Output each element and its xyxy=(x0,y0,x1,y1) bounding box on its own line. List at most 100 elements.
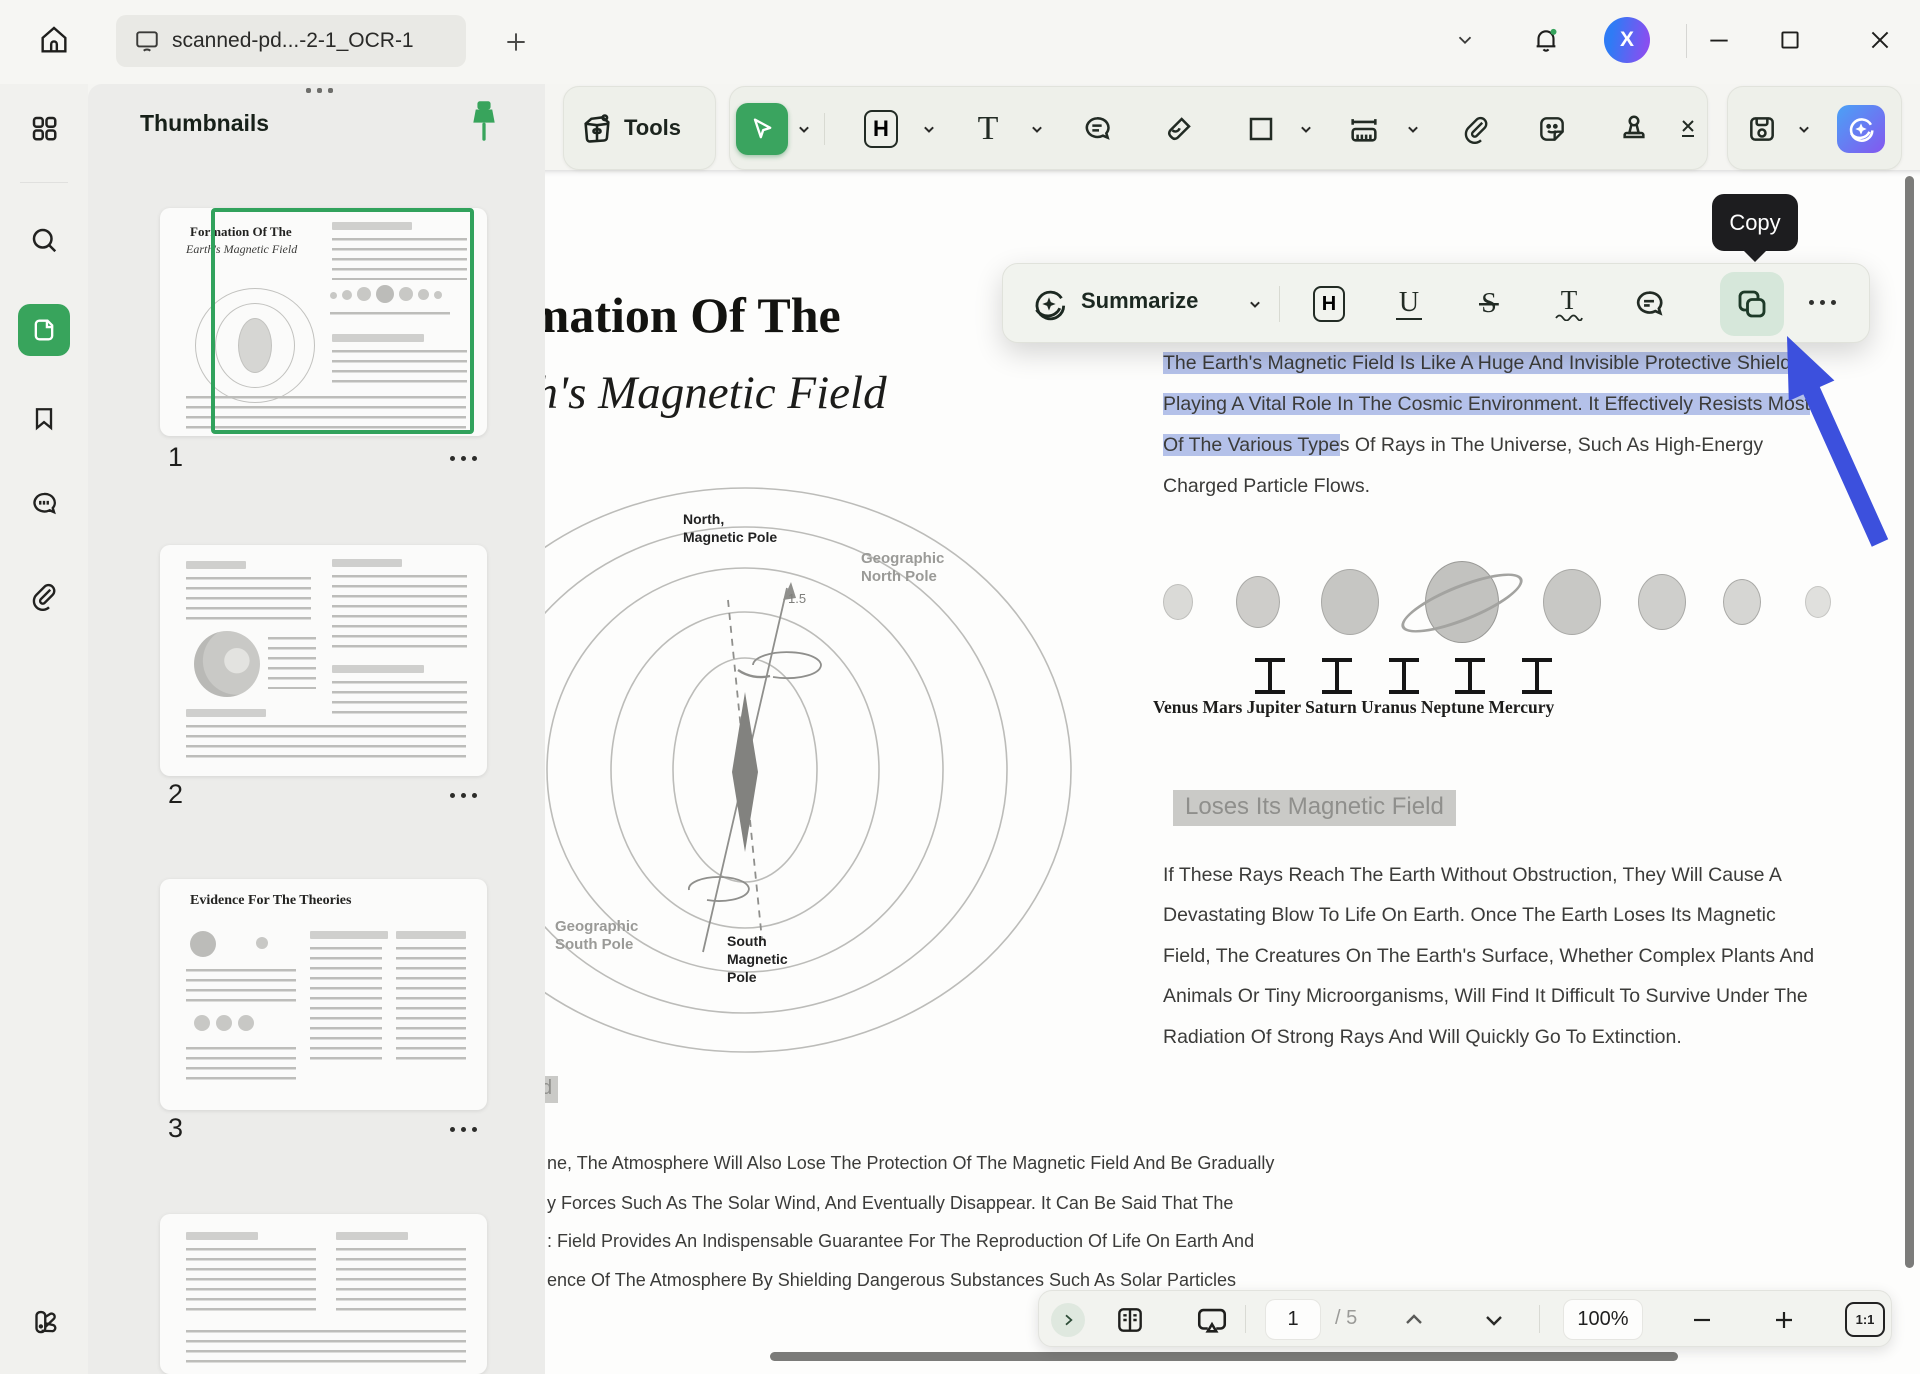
selbar-strikethrough-button[interactable]: S xyxy=(1465,280,1513,328)
text-tool-button[interactable]: T xyxy=(962,103,1014,155)
ibeam-mark xyxy=(1522,658,1552,694)
document-view[interactable]: Formation Of The Earth's Magnetic Field xyxy=(545,170,1920,1374)
highlight-tool-button[interactable]: H xyxy=(855,103,907,155)
reading-view-icon[interactable] xyxy=(1111,1301,1149,1339)
sidebar-item-bookmarks[interactable] xyxy=(18,392,70,444)
shape-tool-button[interactable] xyxy=(1235,103,1287,155)
stamp-icon xyxy=(1618,113,1650,145)
zoom-in-button[interactable] xyxy=(1765,1301,1803,1339)
actual-size-button[interactable]: 1:1 xyxy=(1845,1302,1885,1337)
thumbnail-page-2[interactable] xyxy=(160,545,487,776)
selbar-comment-button[interactable] xyxy=(1625,280,1673,328)
page-number-input[interactable]: 1 xyxy=(1265,1299,1321,1340)
text-icon: T xyxy=(978,110,999,148)
avatar[interactable]: X xyxy=(1604,17,1650,63)
zoom-out-button[interactable] xyxy=(1683,1301,1721,1339)
save-chevron[interactable] xyxy=(1794,119,1814,139)
selbar-underline-button[interactable]: U xyxy=(1385,280,1433,328)
home-button[interactable] xyxy=(28,14,80,66)
planet-illustration xyxy=(1321,569,1379,635)
measure-chevron[interactable] xyxy=(1403,119,1423,139)
tab-list-button[interactable] xyxy=(1441,16,1489,64)
paragraph2-line2: Devastating Blow To Life On Earth. Once … xyxy=(1163,904,1776,927)
sidebar-divider xyxy=(20,182,68,183)
highlight-chevron[interactable] xyxy=(919,119,939,139)
toolbar-divider xyxy=(824,113,825,145)
selbar-more-button[interactable] xyxy=(1809,300,1836,305)
attach-tool-button[interactable] xyxy=(1450,103,1502,155)
label-geographic-south-pole: GeographicSouth Pole xyxy=(555,918,638,954)
selbar-divider xyxy=(1279,286,1280,322)
summarize-sparkle-icon xyxy=(1025,280,1073,328)
thumbnail-page-1[interactable]: Formation Of The Earth's Magnetic Field xyxy=(160,208,487,436)
page-viewport-rectangle[interactable] xyxy=(211,208,474,434)
sidebar-item-appearance[interactable] xyxy=(18,1296,70,1348)
thumbnail-page-3[interactable]: Evidence For The Theories xyxy=(160,879,487,1110)
palette-icon xyxy=(29,1307,59,1337)
stamp-tool-button[interactable] xyxy=(1608,103,1660,155)
comment-icon xyxy=(29,489,59,519)
paragraph1-line2: Playing A Vital Role In The Cosmic Envir… xyxy=(1163,393,1810,416)
page-total: / 5 xyxy=(1335,1307,1357,1330)
expand-panel-button[interactable] xyxy=(1051,1303,1085,1337)
grid-icon xyxy=(29,113,59,143)
save-icon xyxy=(1746,113,1778,145)
comment-lines-icon xyxy=(1081,113,1113,145)
ruler-icon xyxy=(1347,112,1381,146)
notifications-button[interactable] xyxy=(1522,16,1570,64)
highlight-icon: H xyxy=(864,110,898,148)
copy-button[interactable] xyxy=(1720,272,1784,336)
select-tool-button[interactable] xyxy=(736,103,788,155)
previous-page-button[interactable] xyxy=(1395,1301,1433,1339)
planet-illustration xyxy=(1638,574,1686,630)
sidebar-item-comments[interactable] xyxy=(18,478,70,530)
bottombar-divider xyxy=(1245,1305,1246,1333)
selbar-squiggly-button[interactable]: T xyxy=(1545,280,1593,328)
collapse-toolbar-button[interactable] xyxy=(1670,103,1706,155)
paragraph1-line3: Of The Various Types Of Rays in The Univ… xyxy=(1163,434,1763,457)
panel-drag-handle[interactable] xyxy=(306,88,333,93)
page-number-1: 1 xyxy=(168,442,183,473)
vertical-scrollbar[interactable] xyxy=(1905,176,1914,1268)
horizontal-scrollbar[interactable] xyxy=(770,1352,1678,1361)
thumb1-more-button[interactable] xyxy=(450,456,477,461)
square-icon xyxy=(1246,114,1276,144)
save-button[interactable] xyxy=(1736,103,1788,155)
paragraph2-line5: Radiation Of Strong Rays And Will Quickl… xyxy=(1163,1026,1682,1049)
zoom-level-input[interactable]: 100% xyxy=(1563,1299,1643,1340)
summarize-button[interactable]: Summarize xyxy=(1081,288,1198,314)
measure-tool-button[interactable] xyxy=(1338,103,1390,155)
comment-tool-button[interactable] xyxy=(1071,103,1123,155)
selbar-highlight-button[interactable]: H xyxy=(1305,280,1353,328)
sticker-tool-button[interactable] xyxy=(1526,103,1578,155)
pin-icon[interactable] xyxy=(464,98,504,144)
sidebar-item-search[interactable] xyxy=(18,214,70,266)
sidebar-item-attachments[interactable] xyxy=(18,570,70,622)
thumb2-more-button[interactable] xyxy=(450,793,477,798)
page-current: 1 xyxy=(1287,1308,1298,1331)
sidebar-item-apps[interactable] xyxy=(18,102,70,154)
summarize-chevron[interactable] xyxy=(1231,280,1279,328)
pen-tool-button[interactable] xyxy=(1153,103,1205,155)
tools-button[interactable]: Tools xyxy=(563,86,716,170)
minimize-button[interactable] xyxy=(1695,16,1743,64)
sidebar-item-thumbnails[interactable] xyxy=(18,304,70,356)
thumbnail-page-4[interactable] xyxy=(160,1214,487,1374)
tab-title: scanned-pd...-2-1_OCR-1 xyxy=(172,29,414,53)
next-page-button[interactable] xyxy=(1475,1301,1513,1339)
text-chevron[interactable] xyxy=(1027,119,1047,139)
close-button[interactable] xyxy=(1856,16,1904,64)
left-sidebar xyxy=(0,84,88,1374)
page-icon xyxy=(30,316,58,344)
shape-chevron[interactable] xyxy=(1296,119,1316,139)
doc-title-line1: Formation Of The xyxy=(545,286,841,344)
presentation-mode-icon[interactable] xyxy=(1193,1301,1231,1339)
label-axis-angle: 1.5 xyxy=(788,590,806,608)
document-tab[interactable]: scanned-pd...-2-1_OCR-1 xyxy=(116,15,466,67)
maximize-button[interactable] xyxy=(1766,16,1814,64)
new-tab-button[interactable] xyxy=(496,22,536,62)
select-tool-chevron[interactable] xyxy=(794,119,814,139)
ai-assistant-button[interactable] xyxy=(1837,105,1885,153)
title-bar: scanned-pd...-2-1_OCR-1 X xyxy=(0,0,1920,84)
thumb3-more-button[interactable] xyxy=(450,1127,477,1132)
